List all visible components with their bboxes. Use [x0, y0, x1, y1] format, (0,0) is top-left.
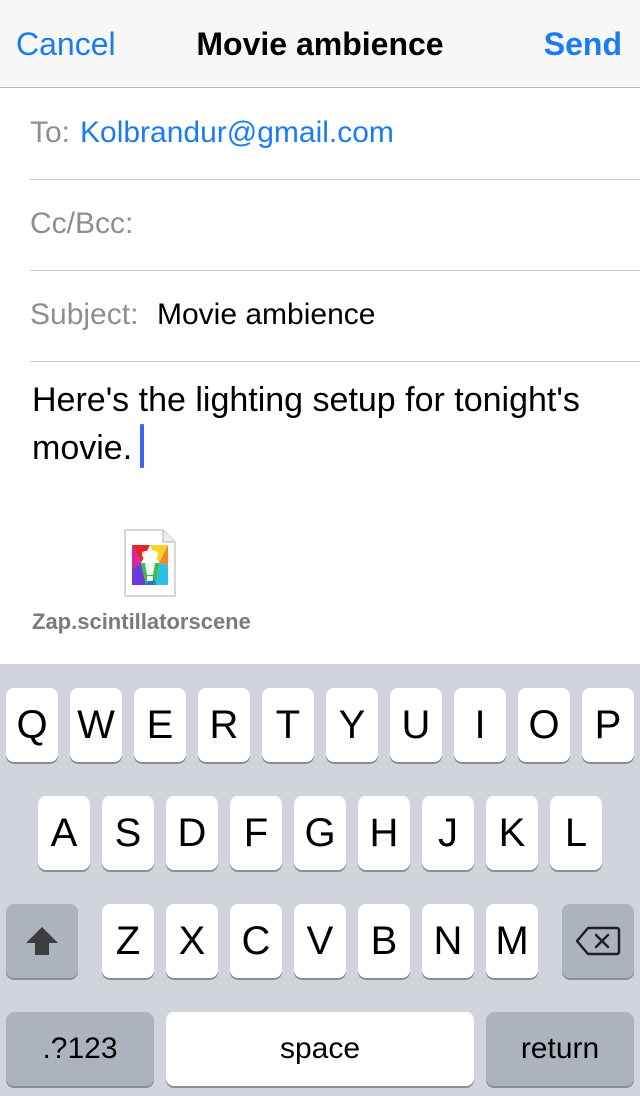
key-c[interactable]: C: [230, 904, 282, 978]
space-key[interactable]: space: [166, 1012, 474, 1086]
text-cursor: [140, 424, 144, 468]
key-y[interactable]: Y: [326, 688, 378, 762]
key-g[interactable]: G: [294, 796, 346, 870]
cancel-button[interactable]: Cancel: [16, 24, 116, 64]
message-line: Here's the lighting setup for tonight's: [32, 381, 580, 419]
key-b[interactable]: B: [358, 904, 410, 978]
delete-key[interactable]: [562, 904, 634, 978]
key-l[interactable]: L: [550, 796, 602, 870]
numbers-key[interactable]: .?123: [6, 1012, 154, 1086]
key-m[interactable]: M: [486, 904, 538, 978]
attachment-filename: Zap.scintillatorscene: [32, 609, 251, 634]
key-o[interactable]: O: [518, 688, 570, 762]
key-q[interactable]: Q: [6, 688, 58, 762]
key-v[interactable]: V: [294, 904, 346, 978]
key-t[interactable]: T: [262, 688, 314, 762]
key-x[interactable]: X: [166, 904, 218, 978]
key-s[interactable]: S: [102, 796, 154, 870]
key-d[interactable]: D: [166, 796, 218, 870]
to-field[interactable]: To: Kolbrandur@gmail.com: [30, 89, 640, 180]
to-label: To:: [30, 116, 71, 149]
shift-arrow-icon: [24, 925, 60, 957]
key-e[interactable]: E: [134, 688, 186, 762]
key-h[interactable]: H: [358, 796, 410, 870]
key-j[interactable]: J: [422, 796, 474, 870]
backspace-icon: [575, 926, 621, 956]
key-z[interactable]: Z: [102, 904, 154, 978]
subject-field[interactable]: Subject: Movie ambience: [30, 271, 640, 362]
key-k[interactable]: K: [486, 796, 538, 870]
key-u[interactable]: U: [390, 688, 442, 762]
send-button[interactable]: Send: [544, 24, 622, 64]
cc-bcc-field[interactable]: Cc/Bcc:: [30, 180, 640, 271]
navigation-bar: Cancel Movie ambience Send: [0, 0, 640, 88]
recipient-token[interactable]: Kolbrandur@gmail.com: [80, 115, 394, 151]
subject-label: Subject:: [30, 298, 139, 331]
key-w[interactable]: W: [70, 688, 122, 762]
shift-key[interactable]: [6, 904, 78, 978]
message-body[interactable]: Here's the lighting setup for tonight's …: [32, 376, 622, 472]
key-f[interactable]: F: [230, 796, 282, 870]
key-p[interactable]: P: [582, 688, 634, 762]
subject-value[interactable]: Movie ambience: [157, 297, 375, 333]
message-line: movie.: [32, 429, 133, 467]
keyboard: Q W E R T Y U I O P A S D F G H J K L Z …: [0, 664, 640, 1096]
key-r[interactable]: R: [198, 688, 250, 762]
scene-file-icon[interactable]: [123, 528, 177, 598]
return-key[interactable]: return: [486, 1012, 634, 1086]
key-i[interactable]: I: [454, 688, 506, 762]
key-a[interactable]: A: [38, 796, 90, 870]
cc-bcc-label: Cc/Bcc:: [30, 207, 134, 240]
key-n[interactable]: N: [422, 904, 474, 978]
